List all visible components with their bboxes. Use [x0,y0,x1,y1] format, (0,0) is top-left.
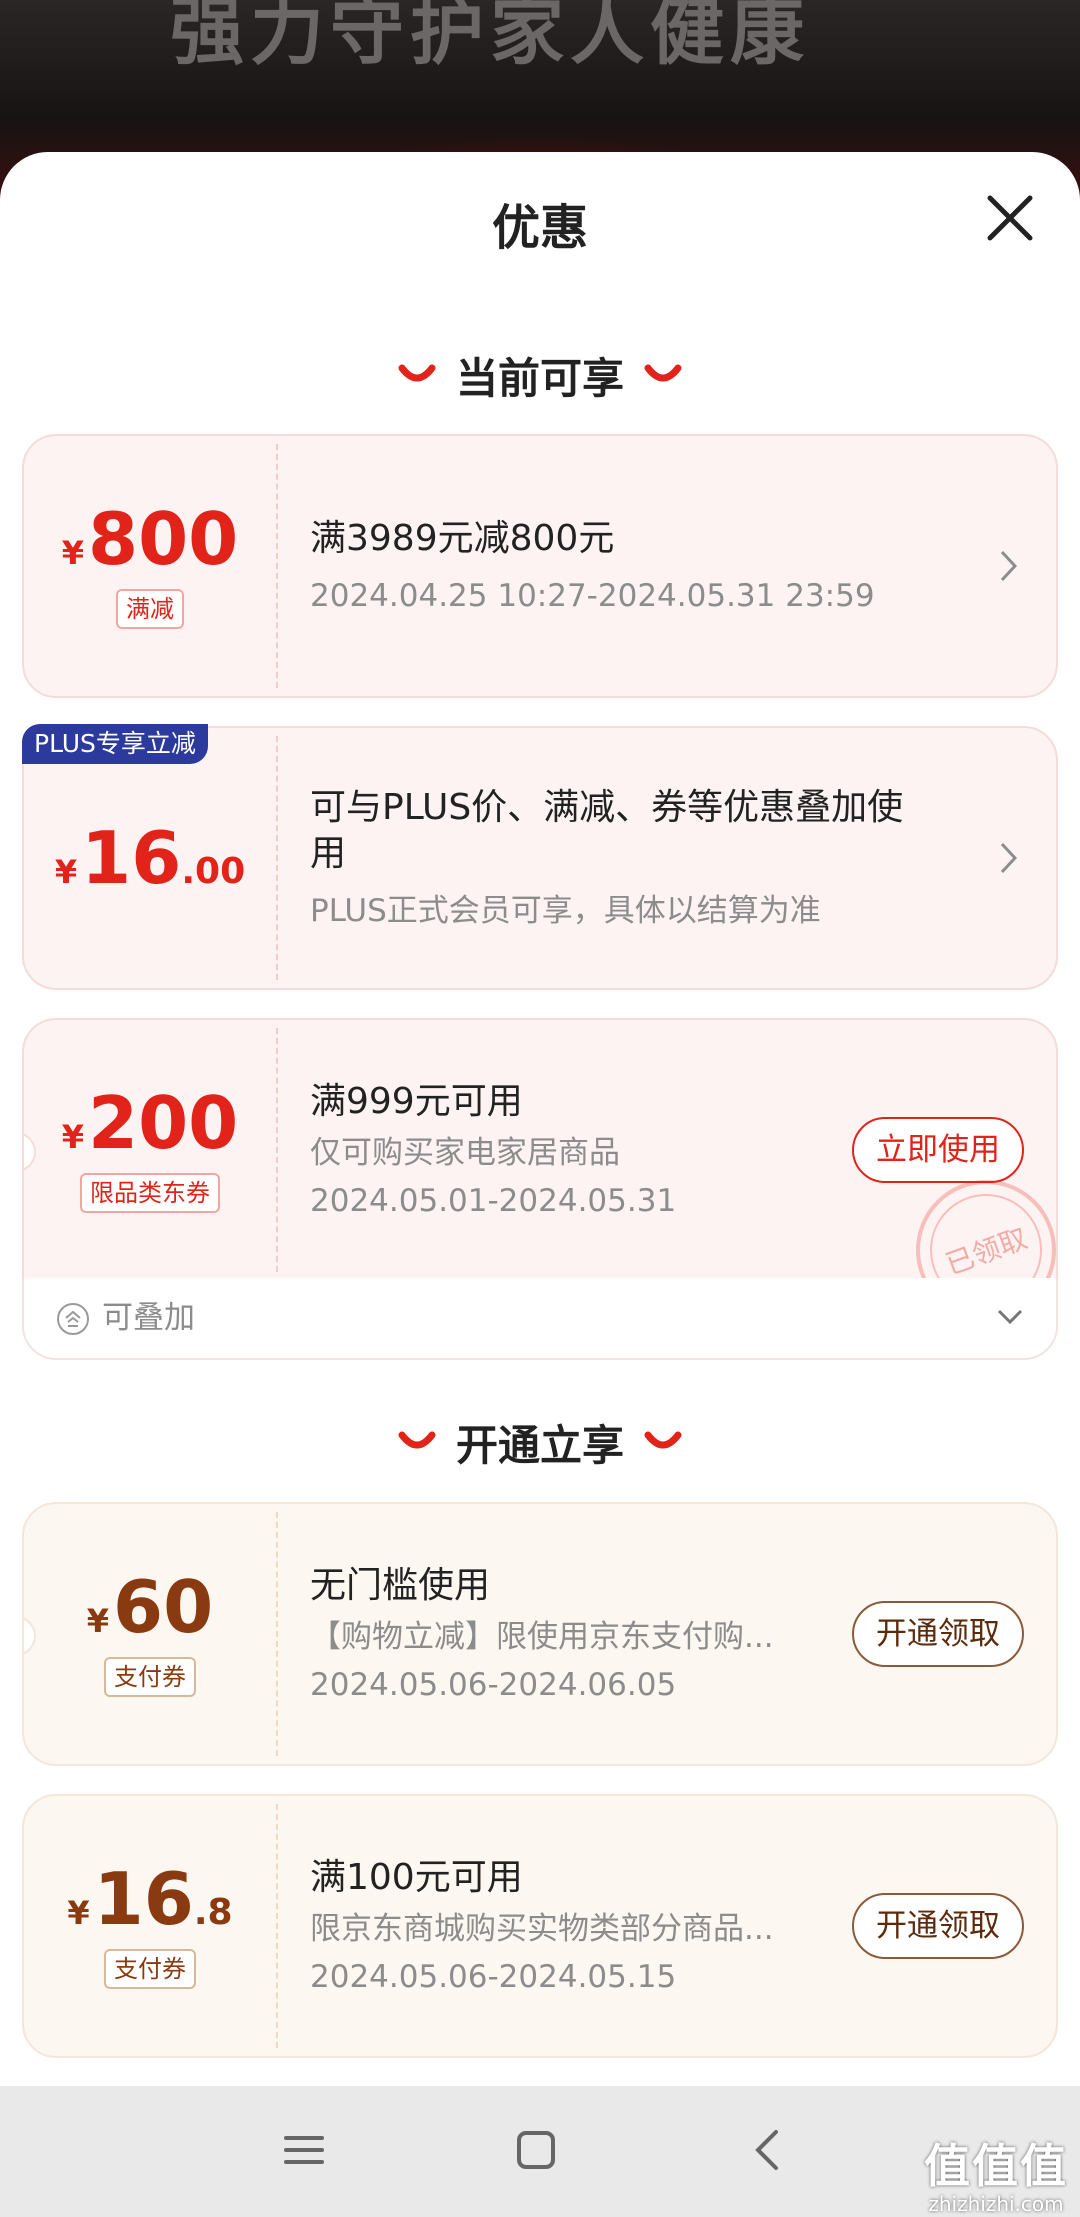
watermark-logo: 值值值 [924,2139,1068,2193]
coupon-card-800[interactable]: ¥ 800 满减 满3989元减800元 2024.04.25 10:27-20… [22,434,1058,698]
stack-icon [57,1303,89,1335]
amount-value: 16 [93,1857,194,1941]
currency-symbol: ¥ [67,1894,90,1932]
coupon-type-tag: 支付券 [104,1657,196,1697]
dashed-divider [276,736,278,980]
amount-value: 60 [113,1565,214,1649]
coupon-card-16-8[interactable]: ¥ 16 .8 支付券 满100元可用 限京东商城购买实物类部分商品... 20… [22,1794,1058,2058]
coupon-type-tag: 限品类东券 [80,1173,220,1213]
coupon-amount-block: ¥ 800 满减 [24,436,276,696]
section-title-label: 当前可享 [455,353,624,403]
coupon-validity: 2024.05.06-2024.06.05 [310,1667,677,1703]
system-nav-bar [0,2086,1080,2217]
stackable-footer[interactable]: 可叠加 [22,1278,1058,1360]
amount-decimal: .00 [181,851,246,892]
coupon-description: 限京东商城购买实物类部分商品... [310,1911,774,1947]
coupon-amount-block: ¥ 16 .8 支付券 [24,1796,276,2056]
amount-value: 800 [87,497,239,581]
amount-value: 200 [87,1081,239,1165]
activate-claim-button[interactable]: 开通领取 [852,1601,1024,1667]
activate-claim-button[interactable]: 开通领取 [852,1893,1024,1959]
coupon-amount-block: ¥ 200 限品类东券 [24,1020,276,1280]
stamp-label: 已领取 [914,1178,1056,1280]
stackable-label: 可叠加 [102,1300,195,1336]
coupon-body: 无门槛使用 【购物立减】限使用京东支付购... 2024.05.06-2024.… [310,1504,836,1764]
coupon-amount: ¥ 60 [87,1571,213,1643]
coupon-title: 可与PLUS价、满减、券等优惠叠加使用 [310,787,904,874]
smile-right-icon [644,364,682,382]
banner-text: 强力守护家人健康 [170,0,810,75]
section-title-label: 开通立享 [455,1420,624,1470]
coupon-amount: ¥ 16 .8 [67,1863,232,1935]
coupon-amount-block: ¥ 16 .00 [24,728,276,988]
use-now-button[interactable]: 立即使用 [852,1117,1024,1183]
coupon-validity: 2024.05.06-2024.05.15 [310,1959,677,1995]
coupon-description: 【购物立减】限使用京东支付购... [310,1619,774,1655]
chevron-down-icon[interactable] [996,1308,1024,1326]
coupon-description: PLUS正式会员可享，具体以结算为准 [310,893,821,929]
coupon-body: 满100元可用 限京东商城购买实物类部分商品... 2024.05.06-202… [310,1796,836,2056]
coupon-type-tag: 满减 [116,589,184,629]
coupon-validity: 2024.04.25 10:27-2024.05.31 23:59 [310,578,875,614]
sheet-header: 优惠 [0,152,1080,292]
chevron-right-icon[interactable] [998,548,1020,584]
chevron-right-icon[interactable] [998,840,1020,876]
currency-symbol: ¥ [86,1602,110,1640]
coupon-body: 可与PLUS价、满减、券等优惠叠加使用 PLUS正式会员可享，具体以结算为准 [310,728,936,988]
sheet-title: 优惠 [491,200,588,256]
coupon-type-tag: 支付券 [104,1949,196,1989]
amount-value: 16 [81,816,182,900]
dashed-divider [276,1804,278,2048]
received-stamp: 已领取 [914,1178,1056,1280]
coupon-card-plus-16[interactable]: ¥ 16 .00 可与PLUS价、满减、券等优惠叠加使用 PLUS正式会员可享，… [22,726,1058,990]
section-title-activate: 开通立享 [0,1397,1080,1487]
coupon-card-200[interactable]: ¥ 200 限品类东券 满999元可用 仅可购买家电家居商品 2024.05.0… [22,1018,1058,1282]
currency-symbol: ¥ [61,534,84,572]
smile-right-icon [644,1431,682,1449]
dashed-divider [276,444,278,688]
coupon-amount-block: ¥ 60 支付券 [24,1504,276,1764]
smile-left-icon [398,1431,436,1449]
amount-decimal: .8 [193,1892,233,1933]
section-title-current: 当前可享 [0,330,1080,420]
watermark: 值值值 zhizhizhi.com [924,2130,1068,2216]
coupon-validity: 2024.05.01-2024.05.31 [310,1183,677,1219]
coupon-title: 无门槛使用 [310,1565,491,1606]
dashed-divider [276,1512,278,1756]
coupon-description: 仅可购买家电家居商品 [310,1135,620,1171]
currency-symbol: ¥ [54,853,78,891]
coupon-amount: ¥ 800 [62,503,239,575]
coupon-amount: ¥ 16 .00 [55,822,245,894]
currency-symbol: ¥ [61,1118,84,1156]
back-icon[interactable] [738,2120,798,2180]
menu-icon[interactable] [274,2120,334,2180]
close-icon[interactable] [980,188,1040,248]
coupon-title: 满100元可用 [310,1857,523,1898]
coupon-title: 满999元可用 [310,1081,523,1122]
home-square-icon[interactable] [506,2120,566,2180]
dashed-divider [276,1028,278,1272]
coupon-amount: ¥ 200 [62,1087,239,1159]
smile-left-icon [398,364,436,382]
coupon-title: 满3989元减800元 [310,518,615,559]
watermark-url: zhizhizhi.com [928,2192,1064,2216]
coupon-card-60[interactable]: ¥ 60 支付券 无门槛使用 【购物立减】限使用京东支付购... 2024.05… [22,1502,1058,1766]
plus-badge: PLUS专享立减 [22,724,208,764]
coupon-body: 满999元可用 仅可购买家电家居商品 2024.05.01-2024.05.31 [310,1020,856,1280]
coupon-body: 满3989元减800元 2024.04.25 10:27-2024.05.31 … [310,436,1016,696]
